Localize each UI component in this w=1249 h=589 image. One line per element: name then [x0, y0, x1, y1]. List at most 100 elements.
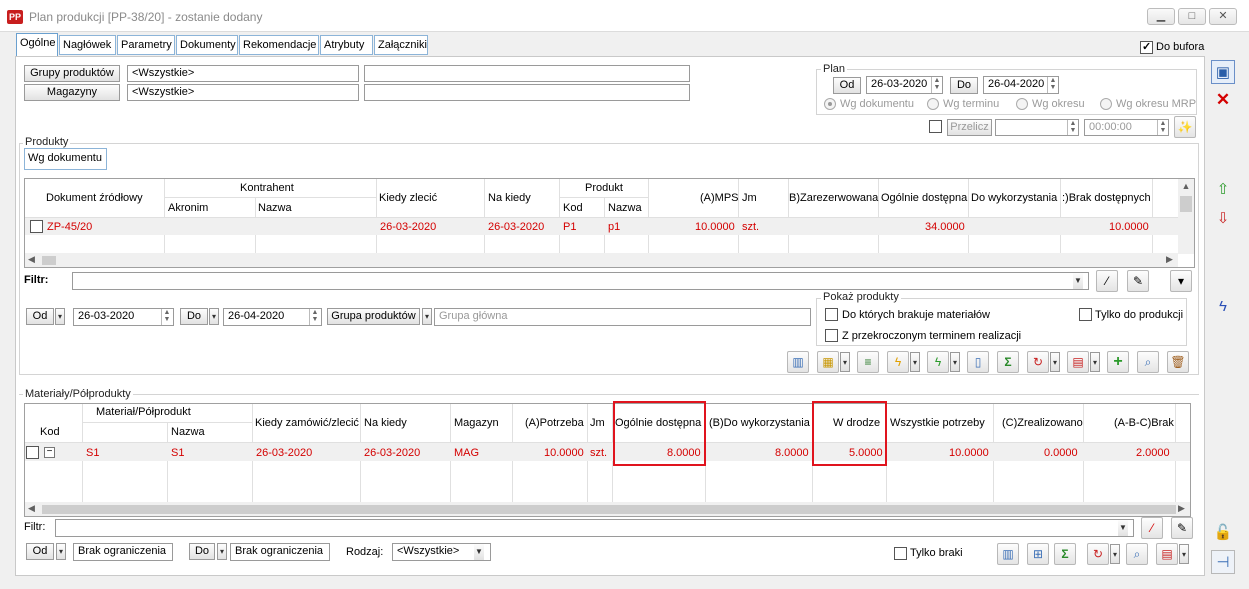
filter-wand-icon[interactable]: ✎	[1127, 270, 1149, 292]
col-na-kiedy[interactable]: Na kiedy	[488, 192, 531, 204]
chevron-down-icon[interactable]: ▾	[55, 308, 65, 325]
plan-do-spinner[interactable]: ▲ ▼	[1047, 77, 1058, 93]
add-icon[interactable]: +	[1107, 351, 1129, 373]
products-hscroll-thumb[interactable]	[42, 256, 56, 265]
delete-icon[interactable]: 🗑	[1167, 351, 1189, 373]
plan-od-spinner[interactable]: ▲ ▼	[931, 77, 942, 93]
products-hscroll[interactable]	[25, 253, 1178, 267]
col-zarezerwowana[interactable]: B)Zarezerwowana	[789, 192, 878, 204]
przelicz-button[interactable]: Przelicz	[947, 119, 992, 136]
chevron-down-icon[interactable]: ▾	[1050, 352, 1060, 372]
products-vscroll-thumb[interactable]	[1180, 196, 1192, 212]
chevron-down-icon[interactable]: ▾	[56, 543, 66, 560]
scroll-left-icon[interactable]: ◀	[28, 503, 35, 514]
brakuje-materialow-checkbox[interactable]	[825, 308, 838, 321]
col-potrzeba[interactable]: (A)Potrzeba	[525, 417, 584, 429]
radio-wg-okresu-mrp[interactable]	[1100, 98, 1112, 110]
scroll-right-icon[interactable]: ▶	[1166, 254, 1173, 265]
col-kiedy-zamowic[interactable]: Kiedy zamówić/zlecić	[255, 417, 359, 429]
tylko-braki-checkbox[interactable]	[894, 547, 907, 560]
col-dokument-zrodlowy[interactable]: Dokument źródłowy	[46, 192, 143, 204]
col-magazyn[interactable]: Magazyn	[454, 417, 499, 429]
grupy-produktow-desc[interactable]	[364, 65, 690, 82]
col-mat-brak[interactable]: (A-B-C)Brak	[1114, 417, 1174, 429]
przekroczony-termin-checkbox[interactable]	[825, 329, 838, 342]
grupa-produktow-field[interactable]: Grupa główna	[434, 308, 811, 326]
row-select-checkbox[interactable]	[30, 220, 43, 233]
col-kiedy-zlecic[interactable]: Kiedy zlecić	[379, 192, 437, 204]
tab-ogolne[interactable]: Ogólne	[16, 33, 58, 57]
import-icon[interactable]: ⇩	[1211, 207, 1235, 231]
magazyny-button[interactable]: Magazyny	[24, 84, 120, 101]
chevron-down-icon[interactable]: ▾	[1110, 544, 1120, 564]
sum-icon[interactable]: Σ	[1054, 543, 1076, 565]
lightning-green-icon[interactable]: ϟ	[927, 351, 949, 373]
maximize-button[interactable]: □	[1178, 8, 1206, 25]
lightning-orange-icon[interactable]: ϟ	[887, 351, 909, 373]
col-material[interactable]: Materiał/Półprodukt	[96, 406, 191, 418]
magazyny-desc[interactable]	[364, 84, 690, 101]
sum-icon[interactable]: Σ	[997, 351, 1019, 373]
scroll-right-icon[interactable]: ▶	[1178, 503, 1185, 514]
tab-zalaczniki[interactable]: Załączniki	[374, 35, 428, 55]
col-kontrahent[interactable]: Kontrahent	[240, 182, 294, 194]
col-mat-kod[interactable]: Kod	[40, 426, 60, 438]
chevron-down-icon[interactable]: ▾	[209, 308, 219, 325]
clear-filter-icon[interactable]: ⁄	[1141, 517, 1163, 539]
materials-hscroll-thumb[interactable]	[42, 505, 1176, 514]
przelicz-date-spinner[interactable]: ▲ ▼	[1067, 120, 1078, 135]
plan-od-button[interactable]: Od	[833, 77, 861, 94]
materials-do-field[interactable]: Brak ograniczenia	[230, 543, 330, 561]
col-zrealizowano[interactable]: (C)Zrealizowano	[1002, 417, 1083, 429]
tab-atrybuty[interactable]: Atrybuty	[320, 35, 373, 55]
col-mat-jm[interactable]: Jm	[590, 417, 605, 429]
col-akronim[interactable]: Akronim	[168, 202, 208, 214]
chevron-down-icon[interactable]: ▾	[217, 543, 227, 560]
col-mat-na-kiedy[interactable]: Na kiedy	[364, 417, 407, 429]
tab-parametry[interactable]: Parametry	[117, 35, 175, 55]
col-do-wyk[interactable]: (B)Do wykorzystania	[709, 417, 810, 429]
radio-wg-dokumentu[interactable]	[824, 98, 836, 110]
chart-icon[interactable]: ▥	[997, 543, 1019, 565]
tylko-do-produkcji-checkbox[interactable]	[1079, 308, 1092, 321]
col-produkt[interactable]: Produkt	[585, 182, 623, 194]
export-icon[interactable]: ⇧	[1211, 178, 1235, 202]
row-select-checkbox[interactable]	[26, 446, 39, 459]
chevron-down-icon[interactable]: ▾	[1179, 544, 1189, 564]
cancel-icon[interactable]: ✕	[1211, 88, 1235, 112]
scroll-left-icon[interactable]: ◀	[28, 254, 35, 265]
products-do-date[interactable]: 26-04-2020	[223, 308, 322, 326]
list-icon[interactable]: ≡	[857, 351, 879, 373]
chevron-down-icon[interactable]: ▼	[474, 544, 484, 560]
materials-od-field[interactable]: Brak ograniczenia	[73, 543, 173, 561]
products-od-button[interactable]: Od	[26, 308, 54, 325]
col-brak-dostepnych[interactable]: :)Brak dostępnych	[1062, 192, 1151, 204]
help-wand-icon[interactable]: ✨	[1174, 116, 1196, 138]
products-do-spinner[interactable]: ▲ ▼	[309, 309, 320, 325]
chevron-down-icon[interactable]: ▾	[1090, 352, 1100, 372]
tab-rekomendacje[interactable]: Rekomendacje	[239, 35, 319, 55]
chevron-down-icon[interactable]: ▼	[1118, 520, 1128, 536]
minimize-button[interactable]: ▁	[1147, 8, 1175, 25]
table-row[interactable]	[25, 218, 1178, 235]
lightning-blue-icon[interactable]: ϟ	[1211, 295, 1235, 319]
pin-icon[interactable]: ⊣	[1211, 550, 1235, 574]
save-icon[interactable]: ▣	[1211, 60, 1235, 84]
materials-od-button[interactable]: Od	[26, 543, 54, 560]
tab-naglowek[interactable]: Nagłówek	[59, 35, 116, 55]
tab-dokumenty[interactable]: Dokumenty	[176, 35, 238, 55]
search-icon[interactable]: ⌕	[1126, 543, 1148, 565]
refresh-icon[interactable]: ↻	[1087, 543, 1109, 565]
subtab-wg-dokumentu[interactable]: Wg dokumentu	[24, 148, 107, 170]
chevron-down-icon[interactable]: ▾	[422, 308, 432, 325]
collapse-icon[interactable]: −	[44, 447, 55, 458]
grupa-produktow-button[interactable]: Grupa produktów	[327, 308, 420, 325]
table-row[interactable]	[25, 443, 1190, 461]
products-do-button[interactable]: Do	[180, 308, 208, 325]
col-kontrahent-nazwa[interactable]: Nazwa	[258, 202, 292, 214]
col-mat-nazwa[interactable]: Nazwa	[171, 426, 205, 438]
radio-wg-okresu[interactable]	[1016, 98, 1028, 110]
materials-do-button[interactable]: Do	[189, 543, 215, 560]
chart-icon[interactable]: ▥	[787, 351, 809, 373]
col-mps[interactable]: (A)MPS	[700, 192, 739, 204]
